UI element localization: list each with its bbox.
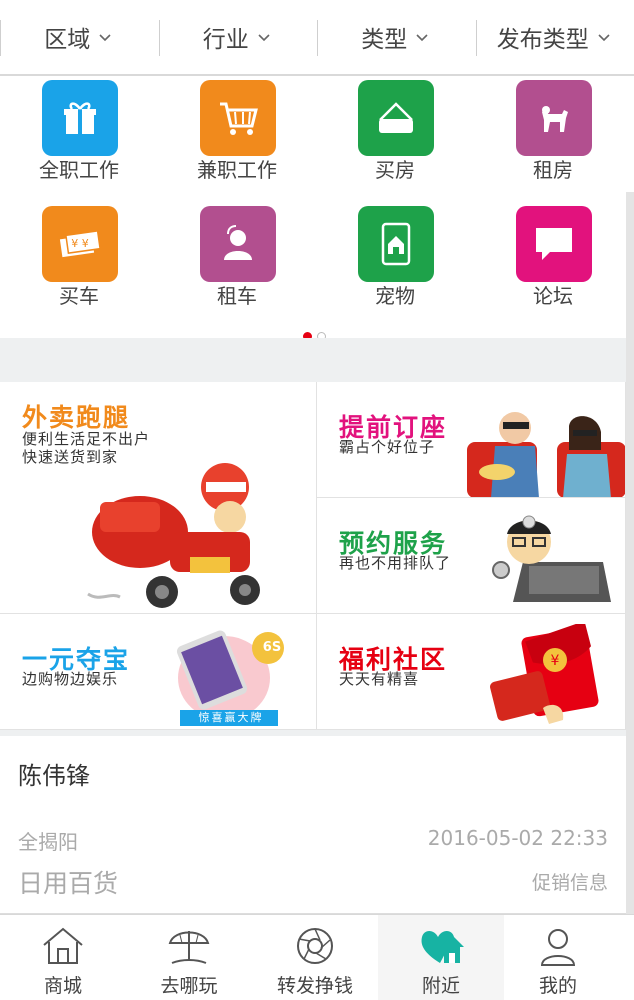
category-pets[interactable]: 宠物 — [316, 202, 474, 320]
promo-welfare[interactable]: 福利社区 天天有精喜 ¥ — [317, 614, 626, 730]
chevron-down-icon — [598, 34, 610, 42]
filter-bar: 区域 行业 类型 发布类型 — [0, 0, 634, 76]
category-label: 租车 — [217, 284, 257, 308]
tab-share-earn[interactable]: 转发挣钱 — [252, 915, 378, 1000]
chevron-down-icon — [258, 34, 270, 42]
category-label: 买车 — [59, 284, 99, 308]
listing-category: 日用百货 — [18, 869, 119, 898]
promo-booking[interactable]: 提前订座 霸占个好位子 — [317, 382, 626, 498]
tab-where-to-go-label: 去哪玩 — [160, 975, 218, 997]
filter-publish-type[interactable]: 发布类型 — [475, 0, 634, 75]
category-fulltime-job[interactable]: 全职工作 — [0, 76, 158, 194]
listing-type: 促销信息 — [531, 872, 608, 894]
scrollbar[interactable] — [626, 192, 634, 1000]
listing-item[interactable]: 陈伟锋 全揭阳 2016-05-02 22:33 日用百货 促销信息 — [0, 736, 626, 914]
category-label: 租房 — [533, 158, 573, 182]
chat-bubble-icon — [516, 206, 592, 282]
category-grid: 全职工作 兼职工作 买房 租房 ¥ ¥ 买车 租车 宠物 论坛 — [0, 76, 634, 341]
tab-mine[interactable]: 我的 — [504, 915, 612, 1000]
category-label: 宠物 — [375, 284, 415, 308]
category-buy-house[interactable]: 买房 — [316, 76, 474, 194]
doctor-laptop-illustration — [492, 515, 611, 602]
filter-region[interactable]: 区域 — [0, 0, 159, 75]
listing-timestamp: 2016-05-02 22:33 — [427, 826, 608, 850]
promo-booking-sub: 霸占个好位子 — [339, 438, 436, 456]
listing-area: 全揭阳 — [18, 830, 78, 854]
promo-appointment-sub: 再也不用排队了 — [339, 554, 452, 572]
chevron-down-icon — [99, 34, 111, 42]
tab-nearby-label: 附近 — [421, 975, 460, 997]
nearby-heart-home-icon — [421, 931, 464, 963]
filter-industry[interactable]: 行业 — [158, 0, 318, 75]
category-label: 买房 — [375, 158, 415, 182]
promo-delivery[interactable]: 外卖跑腿 便利生活足不出户 快速送货到家 — [0, 382, 317, 614]
category-label: 论坛 — [533, 284, 573, 308]
app-screen: 区域 行业 类型 发布类型 全职工作 兼职工作 买房 租房 ¥ ¥ 买车 租车 … — [0, 0, 634, 1000]
aperture-icon — [297, 928, 333, 964]
section-divider — [0, 338, 626, 382]
tab-nearby[interactable]: 附近 — [378, 915, 504, 1000]
user-icon — [540, 929, 576, 966]
umbrella-icon — [168, 931, 210, 964]
gift-icon — [42, 80, 118, 156]
red-envelope-illustration: ¥ — [490, 624, 599, 724]
promo-treasure-badge: 惊喜赢大牌 — [198, 711, 264, 724]
category-buy-car[interactable]: ¥ ¥ 买车 — [0, 202, 158, 320]
listing-publisher-name: 陈伟锋 — [18, 762, 90, 790]
svg-text:¥ ¥: ¥ ¥ — [71, 237, 89, 250]
promo-delivery-line1: 便利生活足不出户 — [22, 430, 151, 448]
filter-publish-type-label: 发布类型 — [496, 27, 589, 53]
filter-industry-label: 行业 — [202, 27, 249, 53]
tablet-home-icon — [358, 206, 434, 282]
svg-text:¥: ¥ — [551, 653, 560, 669]
delivery-scooter-illustration — [87, 463, 260, 608]
ticket-icon: ¥ ¥ — [42, 206, 118, 282]
tab-mall[interactable]: 商城 — [0, 915, 126, 1000]
chevron-down-icon — [416, 34, 428, 42]
cart-icon — [200, 80, 276, 156]
home-icon — [43, 927, 83, 964]
filter-type[interactable]: 类型 — [317, 0, 476, 75]
tab-mine-label: 我的 — [538, 975, 577, 997]
category-forum[interactable]: 论坛 — [474, 202, 632, 320]
promo-treasure-phone-label: 6S — [262, 640, 282, 655]
category-parttime-job[interactable]: 兼职工作 — [158, 76, 316, 194]
promo-appointment[interactable]: 预约服务 再也不用排队了 — [317, 498, 626, 614]
promo-treasure[interactable]: 一元夺宝 边购物边娱乐 惊喜赢大牌 6S — [0, 614, 317, 730]
filter-region-label: 区域 — [44, 27, 91, 53]
dog-icon — [516, 80, 592, 156]
tab-mall-label: 商城 — [43, 975, 82, 997]
tab-share-earn-label: 转发挣钱 — [276, 975, 353, 997]
tab-where-to-go[interactable]: 去哪玩 — [126, 915, 252, 1000]
filter-type-label: 类型 — [361, 27, 408, 53]
promo-treasure-sub: 边购物边娱乐 — [22, 670, 119, 688]
promo-delivery-title: 外卖跑腿 — [22, 403, 131, 432]
category-label: 全职工作 — [39, 158, 119, 182]
person-icon — [200, 206, 276, 282]
bag-icon — [358, 80, 434, 156]
category-rent-car[interactable]: 租车 — [158, 202, 316, 320]
cinema-couple-illustration — [467, 412, 625, 497]
category-label: 兼职工作 — [197, 158, 277, 182]
promo-section: 外卖跑腿 便利生活足不出户 快速送货到家 提前订座 霸占个好位子 预约服务 再也… — [0, 382, 626, 730]
promo-welfare-sub: 天天有精喜 — [339, 670, 420, 688]
category-rent-house[interactable]: 租房 — [474, 76, 632, 194]
bottom-tab-bar: 商城 去哪玩 转发挣钱 附近 我的 — [0, 914, 634, 1000]
